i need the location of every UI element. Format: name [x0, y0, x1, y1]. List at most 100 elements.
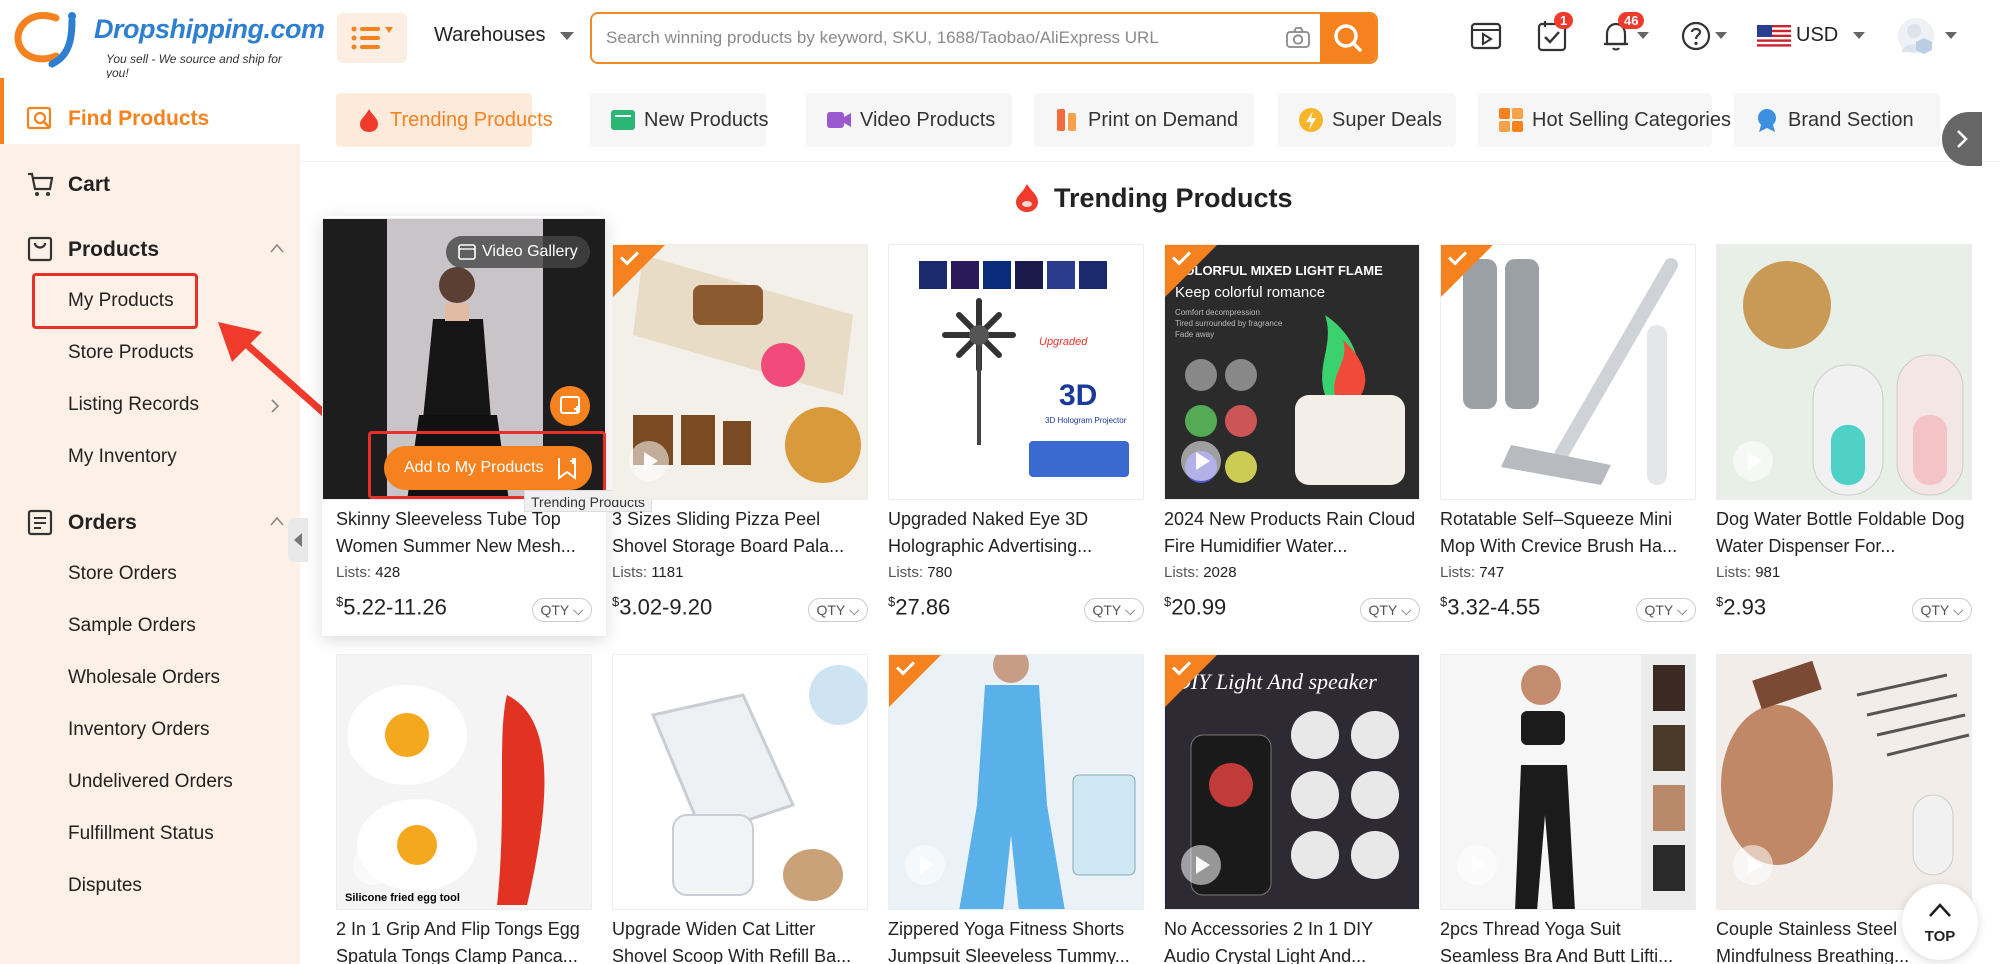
product-title[interactable]: Zippered Yoga Fitness Shorts Jumpsuit Sl…: [888, 916, 1144, 964]
qty-dropdown[interactable]: QTY ⌵: [1084, 598, 1144, 622]
sidebar-item-listing-records[interactable]: Listing Records: [68, 394, 199, 416]
play-icon[interactable]: [1733, 441, 1773, 481]
tab-label: Video Products: [860, 109, 996, 131]
category-menu-button[interactable]: [337, 13, 407, 63]
product-image[interactable]: [612, 654, 868, 910]
video-icon[interactable]: [1468, 18, 1504, 54]
product-image[interactable]: [1440, 654, 1696, 910]
product-title[interactable]: Upgrade Widen Cat Litter Shovel Scoop Wi…: [612, 916, 868, 964]
qty-dropdown[interactable]: QTY ⌵: [1360, 598, 1420, 622]
camera-icon[interactable]: [1286, 27, 1310, 49]
tab-print-on-demand[interactable]: Print on Demand: [1034, 93, 1254, 147]
product-lists: Lists: 428: [336, 564, 400, 581]
play-icon[interactable]: [905, 441, 945, 481]
play-icon[interactable]: [353, 845, 393, 885]
search-button[interactable]: [1320, 14, 1376, 62]
sidebar-item-cart[interactable]: Cart: [0, 158, 300, 210]
product-price: $3.32-4.55: [1440, 594, 1540, 620]
sidebar-item-inventory-orders[interactable]: Inventory Orders: [68, 719, 210, 741]
sidebar-item-sample-orders[interactable]: Sample Orders: [68, 615, 196, 637]
product-title[interactable]: Dog Water Bottle Foldable Dog Water Disp…: [1716, 506, 1972, 560]
help-icon[interactable]: [1678, 18, 1714, 54]
product-image[interactable]: [1716, 654, 1972, 910]
tab-super-deals[interactable]: Super Deals: [1278, 93, 1456, 147]
product-title[interactable]: Upgraded Naked Eye 3D Holographic Advert…: [888, 506, 1144, 560]
list-menu-icon: [351, 26, 393, 50]
fire-icon: [360, 109, 378, 132]
qty-dropdown[interactable]: QTY ⌵: [1912, 598, 1972, 622]
product-title[interactable]: 2024 New Products Rain Cloud Fire Humidi…: [1164, 506, 1420, 560]
currency-selector[interactable]: USD: [1796, 24, 1866, 47]
sidebar-item-undelivered-orders[interactable]: Undelivered Orders: [68, 771, 233, 793]
sidebar-collapse-button[interactable]: [288, 518, 308, 562]
sidebar-item-store-products[interactable]: Store Products: [68, 342, 194, 364]
brand-logo[interactable]: Dropshipping.com You sell - We source an…: [12, 8, 325, 80]
sidebar-label: Products: [68, 238, 160, 261]
product-image[interactable]: DIY Light And speaker: [1164, 654, 1420, 910]
tab-video-products[interactable]: Video Products: [806, 93, 1012, 147]
play-icon[interactable]: [629, 441, 669, 481]
sidebar-item-store-orders[interactable]: Store Orders: [68, 563, 177, 585]
selected-check-icon: [889, 655, 941, 707]
product-image[interactable]: Silicone fried egg tool: [336, 654, 592, 910]
product-title[interactable]: 3 Sizes Sliding Pizza Peel Shovel Storag…: [612, 506, 868, 560]
selected-check-icon: [1441, 245, 1493, 297]
play-icon[interactable]: [1181, 845, 1221, 885]
sidebar-item-disputes[interactable]: Disputes: [68, 875, 142, 897]
video-gallery-label: Video Gallery: [482, 243, 578, 260]
product-title[interactable]: Rotatable Self–Squeeze Mini Mop With Cre…: [1440, 506, 1696, 560]
top-label: TOP: [1924, 928, 1956, 945]
product-image[interactable]: [888, 654, 1144, 910]
sidebar-item-find-products[interactable]: Find Products: [0, 92, 300, 144]
qty-dropdown[interactable]: QTY ⌵: [1636, 598, 1696, 622]
edit-image-button[interactable]: [550, 386, 590, 426]
sidebar-item-my-inventory[interactable]: My Inventory: [68, 446, 177, 468]
lightning-deal-icon: [1299, 108, 1323, 132]
qty-dropdown[interactable]: QTY ⌵: [808, 598, 868, 622]
price-value: 2.93: [1723, 594, 1767, 620]
annotation-arrow-icon: [218, 322, 338, 426]
lists-count: 981: [1755, 564, 1781, 581]
play-icon[interactable]: [1733, 845, 1773, 885]
product-title[interactable]: 2pcs Thread Yoga Suit Seamless Bra And B…: [1440, 916, 1696, 964]
tab-new-products[interactable]: New Products: [590, 93, 769, 147]
product-image[interactable]: [1440, 244, 1696, 500]
tab-trending-products[interactable]: Trending Products: [336, 93, 553, 147]
tabs-scroll-right-button[interactable]: [1942, 112, 1982, 166]
price-value: 20.99: [1171, 594, 1227, 620]
sidebar-item-orders[interactable]: Orders: [0, 496, 300, 548]
video-gallery-button[interactable]: Video Gallery: [446, 236, 590, 268]
lists-count: 1181: [651, 564, 684, 581]
3d-text: 3D: [1059, 379, 1097, 412]
grid-categories-icon: [1499, 108, 1523, 132]
tab-brand-section[interactable]: Brand Section: [1734, 93, 1940, 147]
play-icon[interactable]: [1457, 845, 1497, 885]
image-small-text: Comfort decompression: [1175, 308, 1260, 317]
sidebar-item-products[interactable]: Products: [0, 223, 300, 275]
product-image[interactable]: [612, 244, 868, 500]
product-image[interactable]: [1716, 244, 1972, 500]
sidebar-item-wholesale-orders[interactable]: Wholesale Orders: [68, 667, 220, 689]
product-image[interactable]: Upgraded 3D 3D Hologram Projector: [888, 244, 1144, 500]
tab-hot-selling-categories[interactable]: Hot Selling Categories: [1478, 93, 1731, 147]
product-image[interactable]: COLORFUL MIXED LIGHT FLAME Keep colorful…: [1164, 244, 1420, 500]
warehouses-label: Warehouses: [434, 24, 546, 46]
product-title[interactable]: 2 In 1 Grip And Flip Tongs Egg Spatula T…: [336, 916, 592, 964]
play-icon[interactable]: [1181, 441, 1221, 481]
products-bag-icon: [27, 236, 53, 262]
tab-label: Print on Demand: [1088, 109, 1239, 131]
back-to-top-button[interactable]: TOP: [1902, 884, 1978, 960]
play-icon[interactable]: [1457, 441, 1497, 481]
play-icon[interactable]: [629, 845, 669, 885]
brand-tagline: You sell - We source and ship for you!: [106, 52, 282, 80]
search-input[interactable]: [592, 14, 1320, 62]
notification-badge: 46: [1618, 12, 1645, 29]
qty-dropdown[interactable]: QTY ⌵: [532, 598, 592, 622]
avatar[interactable]: [1898, 18, 1934, 54]
product-title[interactable]: Skinny Sleeveless Tube Top Women Summer …: [336, 506, 592, 560]
warehouses-dropdown[interactable]: Warehouses: [434, 24, 575, 47]
product-lists: Lists: 780: [888, 564, 952, 581]
play-icon[interactable]: [905, 845, 945, 885]
product-title[interactable]: No Accessories 2 In 1 DIY Audio Crystal …: [1164, 916, 1420, 964]
sidebar-item-fulfillment-status[interactable]: Fulfillment Status: [68, 823, 214, 845]
